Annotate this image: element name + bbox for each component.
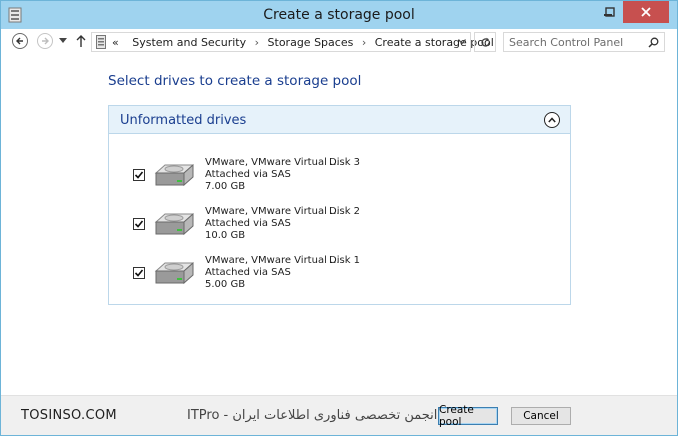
collapse-section-button[interactable] xyxy=(544,112,560,128)
maximize-icon xyxy=(605,7,615,17)
hard-drive-icon xyxy=(154,261,194,285)
drive-size: 7.00 GB xyxy=(205,181,246,193)
search-box xyxy=(503,32,665,52)
drive-name: VMware, VMware Virtual ... xyxy=(205,206,340,217)
watermark-text: TOSINSO.COM xyxy=(21,408,117,423)
dialog-footer: TOSINSO.COM انجمن تخصصی فناوری اطلاعات ا… xyxy=(1,395,677,435)
recent-locations-dropdown-icon[interactable] xyxy=(59,38,67,44)
drive-name: VMware, VMware Virtual ... xyxy=(205,255,340,266)
drive-row-disk-3[interactable]: VMware, VMware Virtual ... Attached via … xyxy=(133,157,563,197)
drive-info: VMware, VMware Virtual ... Attached via … xyxy=(205,255,340,292)
breadcrumb-storage-spaces[interactable]: Storage Spaces xyxy=(268,36,354,49)
drive-connection: Attached via SAS xyxy=(205,218,291,230)
breadcrumb-overflow[interactable]: « xyxy=(112,36,119,49)
checkmark-icon xyxy=(134,171,144,179)
unformatted-drives-panel: Unformatted drives VMware, VMware Virtua… xyxy=(108,105,571,305)
page-heading: Select drives to create a storage pool xyxy=(108,73,362,89)
section-title: Unformatted drives xyxy=(120,113,247,128)
breadcrumb-separator-icon[interactable]: › xyxy=(255,36,259,49)
breadcrumb: « System and Security › Storage Spaces ›… xyxy=(112,36,494,49)
section-header[interactable]: Unformatted drives xyxy=(109,106,570,134)
cancel-button[interactable]: Cancel xyxy=(511,407,571,425)
checkmark-icon xyxy=(134,220,144,228)
drive-checkbox[interactable] xyxy=(133,267,145,279)
arrow-right-icon xyxy=(42,37,49,45)
drive-size: 5.00 GB xyxy=(205,279,246,291)
hard-drive-icon xyxy=(154,212,194,236)
navigation-bar: « System and Security › Storage Spaces ›… xyxy=(1,29,677,55)
drive-name: VMware, VMware Virtual ... xyxy=(205,157,340,168)
drive-info: VMware, VMware Virtual ... Attached via … xyxy=(205,206,340,243)
drive-checkbox[interactable] xyxy=(133,169,145,181)
drive-disk-number: Disk 1 xyxy=(329,255,361,266)
breadcrumb-system-and-security[interactable]: System and Security xyxy=(132,36,246,49)
maximize-button[interactable] xyxy=(597,1,623,23)
drive-disk-number: Disk 2 xyxy=(329,206,361,217)
arrow-left-icon xyxy=(16,37,23,45)
back-button[interactable] xyxy=(12,33,28,49)
address-bar[interactable]: « System and Security › Storage Spaces ›… xyxy=(91,32,494,52)
watermark-persian-text: انجمن تخصصی فناوری اطلاعات ایران - ITPro xyxy=(187,408,438,423)
chevron-up-icon xyxy=(548,117,556,123)
search-input[interactable] xyxy=(509,35,644,49)
hard-drive-icon xyxy=(154,163,194,187)
forward-button[interactable] xyxy=(37,33,53,49)
title-bar: Create a storage pool xyxy=(1,1,677,29)
chevron-down-icon[interactable] xyxy=(458,39,466,45)
create-pool-button[interactable]: Create pool xyxy=(438,404,498,428)
close-button[interactable] xyxy=(623,1,669,23)
refresh-icon xyxy=(480,37,490,47)
up-arrow-icon[interactable] xyxy=(75,34,87,48)
drive-info: VMware, VMware Virtual ... Attached via … xyxy=(205,157,340,194)
search-icon[interactable] xyxy=(648,37,659,48)
drive-row-disk-2[interactable]: VMware, VMware Virtual ... Attached via … xyxy=(133,206,563,246)
refresh-button[interactable] xyxy=(474,32,496,52)
drive-connection: Attached via SAS xyxy=(205,267,291,279)
window-title: Create a storage pool xyxy=(263,7,415,23)
drive-connection: Attached via SAS xyxy=(205,169,291,181)
breadcrumb-separator-icon[interactable]: › xyxy=(362,36,366,49)
drive-size: 10.0 GB xyxy=(205,230,246,242)
drive-row-disk-1[interactable]: VMware, VMware Virtual ... Attached via … xyxy=(133,255,563,295)
create-storage-pool-window: Create a storage pool « System and Secur… xyxy=(0,0,678,436)
drive-disk-number: Disk 3 xyxy=(329,157,361,168)
drive-checkbox[interactable] xyxy=(133,218,145,230)
close-icon xyxy=(641,7,651,17)
checkmark-icon xyxy=(134,269,144,277)
control-panel-small-icon xyxy=(96,35,106,49)
